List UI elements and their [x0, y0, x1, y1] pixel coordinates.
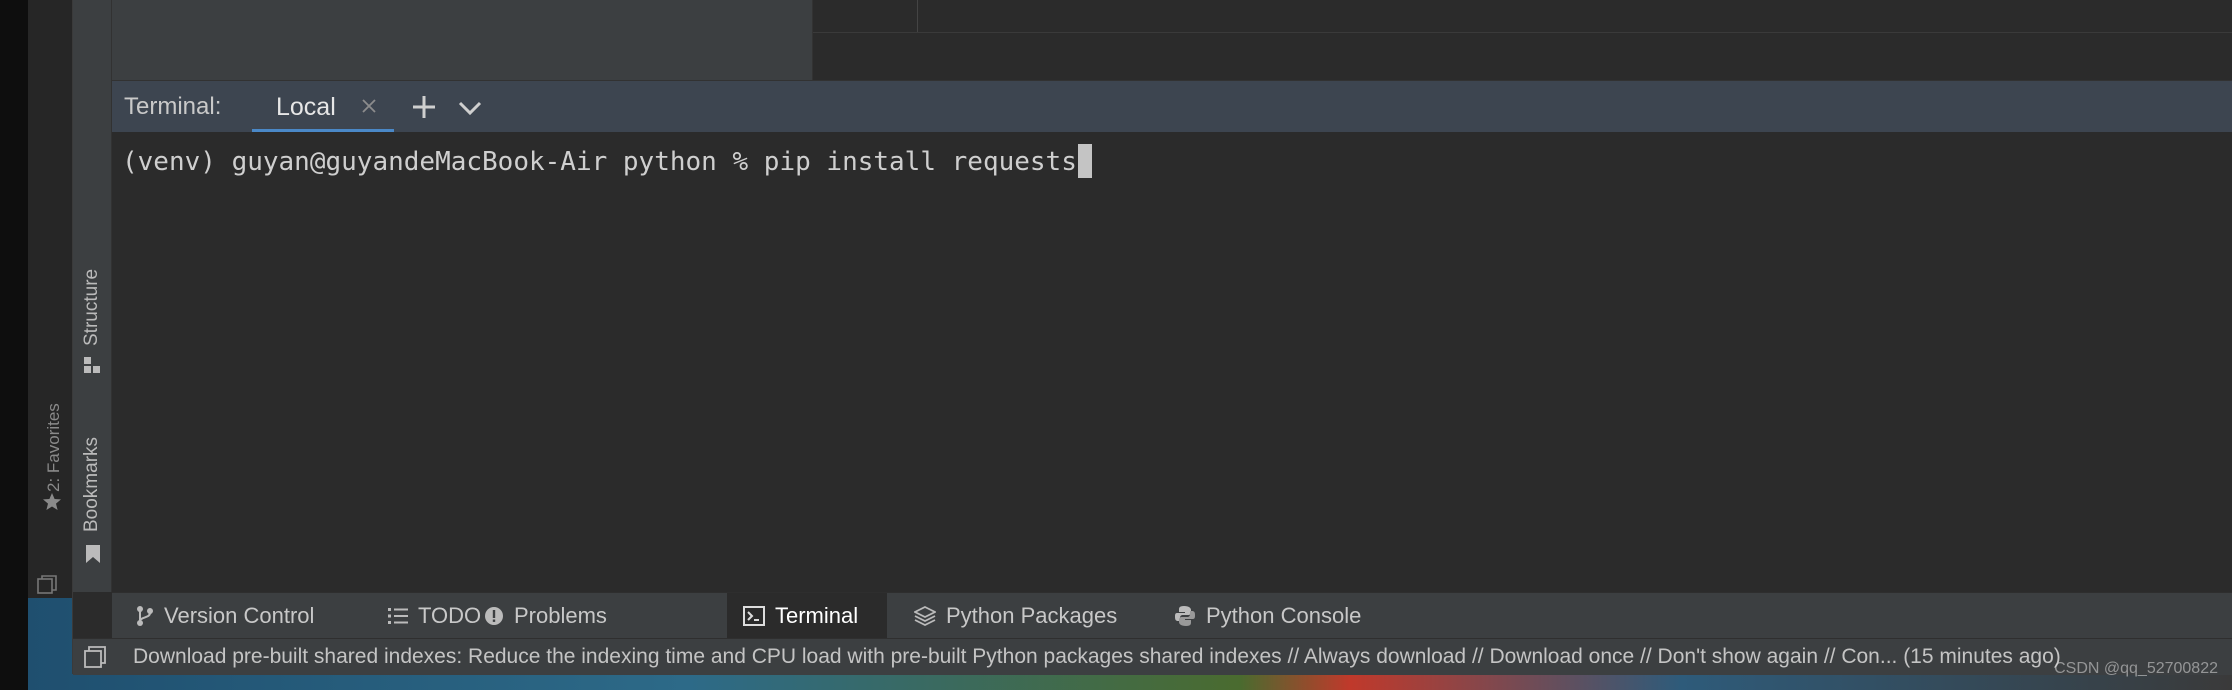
left-tool-stripe: Structure Bookmarks: [73, 0, 112, 592]
structure-label: Structure: [81, 268, 102, 346]
terminal-cursor: [1077, 144, 1092, 178]
tool-label: Python Console: [1206, 603, 1362, 628]
chevron-down-icon[interactable]: [456, 95, 484, 121]
close-icon[interactable]: [360, 97, 378, 115]
terminal-command: pip install requests: [763, 147, 1077, 177]
watermark: CSDN @qq_52700822: [2054, 660, 2218, 677]
frame-icon[interactable]: [83, 645, 107, 669]
bookmarks-tab[interactable]: Bookmarks: [77, 416, 107, 576]
status-message[interactable]: Download pre-built shared indexes: Reduc…: [133, 645, 2061, 669]
structure-tab[interactable]: Structure: [77, 248, 107, 388]
terminal-title: Terminal:: [124, 93, 222, 120]
terminal-icon: [743, 606, 765, 626]
editor-area: [812, 0, 2232, 80]
terminal-header: Terminal: Local: [112, 80, 2232, 134]
status-bar: Download pre-built shared indexes: Reduc…: [73, 638, 2232, 675]
tool-python-packages[interactable]: Python Packages: [898, 593, 1133, 639]
tool-label: Python Packages: [946, 603, 1118, 628]
tool-terminal[interactable]: Terminal: [727, 593, 887, 639]
terminal-line: (venv) guyan@guyandeMacBook-Air python %…: [122, 144, 1092, 178]
layers-icon: [914, 605, 936, 627]
terminal-prompt: (venv) guyan@guyandeMacBook-Air python %: [122, 147, 764, 177]
tool-version-control[interactable]: Version Control: [120, 593, 330, 639]
screen: 2: Favorites Structure Bookmarks Termina…: [0, 0, 2232, 690]
branch-icon: [137, 606, 153, 626]
tab-label: Local: [276, 93, 336, 121]
bookmarks-label: Bookmarks: [81, 436, 102, 532]
tool-python-console[interactable]: Python Console: [1158, 593, 1377, 639]
terminal-output[interactable]: (venv) guyan@guyandeMacBook-Air python %…: [112, 132, 2232, 592]
tab-local[interactable]: Local: [252, 81, 394, 133]
plus-icon[interactable]: [410, 93, 438, 121]
background-window: [0, 0, 28, 690]
favorites-label: 2: Favorites: [44, 403, 63, 492]
bookmark-icon: [86, 545, 100, 563]
frame-icon[interactable]: [36, 574, 58, 596]
ide-window: Structure Bookmarks Terminal: Local (ven…: [72, 0, 2232, 675]
structure-icon: [84, 357, 100, 373]
tool-label: Problems: [514, 603, 607, 628]
tool-problems[interactable]: Problems: [468, 593, 623, 639]
python-icon: [1175, 606, 1195, 626]
tool-label: Terminal: [775, 603, 859, 628]
favorites-tab[interactable]: 2: Favorites: [28, 380, 74, 520]
list-icon: [388, 608, 408, 624]
warning-icon: [485, 607, 503, 625]
project-panel: [112, 0, 812, 80]
tool-label: Version Control: [164, 603, 315, 628]
tool-window-bar: Version Control TODO Problems Terminal P…: [112, 592, 2232, 639]
outer-window-stripe: 2: Favorites: [28, 0, 75, 690]
star-icon: [43, 493, 61, 510]
